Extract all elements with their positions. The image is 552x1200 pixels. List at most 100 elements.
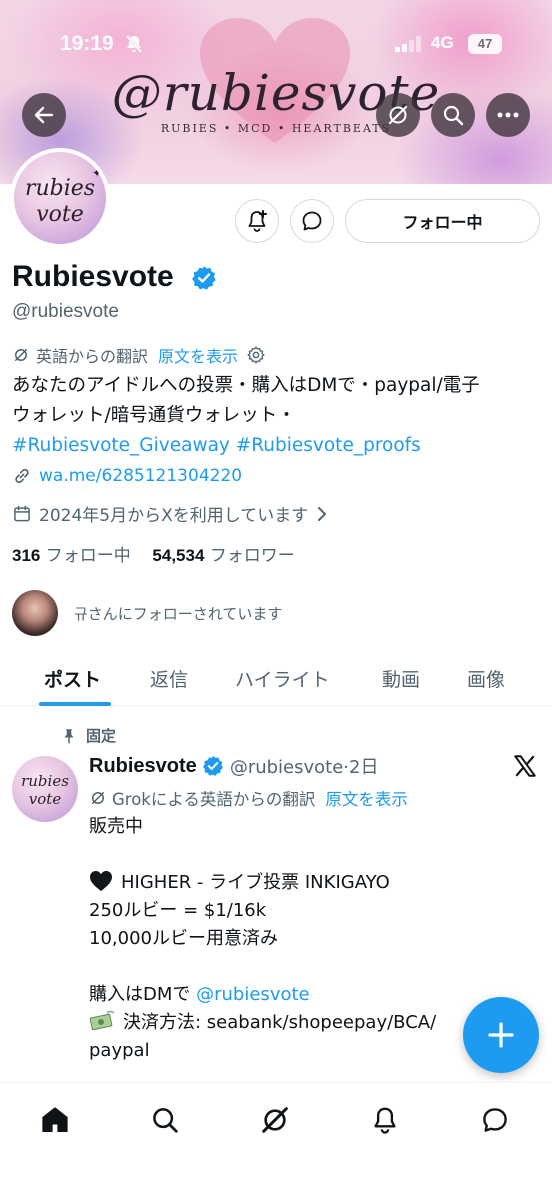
x-logo-icon [514,755,536,777]
status-time: 19:19 [60,32,114,55]
followers-label: フォロワー [209,546,295,566]
tab-posts[interactable]: ポスト [44,665,101,692]
profile-bio: あなたのアイドルへの投票・購入はDMで・paypal/電子 ウォレット/暗号通貨… [12,371,542,461]
pinned-label-row: 固定 [60,725,116,746]
post-line: 販売中 [89,816,143,837]
following-stat[interactable]: 316 フォロー中 [12,546,131,566]
profile-website-link[interactable]: wa.me/6285121304220 [39,466,242,486]
bio-line: ウォレット/暗号通貨ウォレット・ [12,405,296,426]
avatar-text-line2: vote [36,202,84,227]
home-icon [42,1107,68,1132]
profile-avatar[interactable]: rubies vote ✦ [10,148,110,248]
tab-videos[interactable]: 動画 [382,665,420,692]
followers-count: 54,534 [152,546,205,565]
profile-handle: @rubiesvote [12,301,119,322]
grok-icon [15,349,27,361]
mention-link[interactable]: @rubiesvote [196,984,309,1005]
bottom-navigation [0,1082,552,1200]
battery-indicator: 47 [468,34,502,54]
back-arrow-icon [34,106,54,124]
translation-label: 英語からの翻訳 [36,347,149,366]
chevron-right-icon [318,506,327,521]
calendar-icon [14,505,30,521]
following-count: 316 [12,546,41,565]
follow-stats: 316 フォロー中 54,534 フォロワー [12,541,295,566]
more-button[interactable] [486,93,530,137]
tab-media[interactable]: 画像 [467,665,505,692]
show-original-link[interactable]: 原文を表示 [325,786,408,810]
post-line-text: 決済方法: seabank/shopeepay/BCA/ [123,1012,437,1033]
post-author-name[interactable]: Rubiesvote [89,755,197,778]
explore-search-icon [153,1108,178,1133]
nav-notifications[interactable] [368,1103,402,1137]
compose-post-button[interactable] [463,997,539,1073]
post-line-text: HIGHER - ライブ投票 INKIGAYO [121,872,390,893]
post-line-text: 購入はDMで [89,984,191,1005]
grok-icon [388,105,408,125]
joined-date-text: 2024年5月からXを利用しています [39,506,309,526]
settings-gear-icon[interactable] [246,345,266,365]
nav-grok[interactable] [258,1103,292,1137]
bio-translation-row: 英語からの翻訳 原文を表示 [12,343,266,367]
post-header: Rubiesvote @rubiesvote·2日 [89,753,378,779]
active-tab-indicator [39,702,111,706]
translation-label: Grokによる英語からの翻訳 [112,790,316,809]
post-translation-row: Grokによる英語からの翻訳 原文を表示 [89,786,408,810]
avatar-text-line2: vote [28,790,62,808]
joined-date-row[interactable]: 2024年5月からXを利用しています [12,501,330,526]
signal-icon [395,36,421,52]
verified-badge-icon[interactable] [191,265,217,291]
mutual-follower-avatar [12,590,58,636]
post-author-handle-time[interactable]: @rubiesvote·2日 [230,753,379,779]
link-icon [15,468,29,484]
nav-messages[interactable] [478,1103,512,1137]
followers-stat[interactable]: 54,534 フォロワー [152,546,294,566]
black-heart-icon [90,871,112,891]
post-author-avatar[interactable]: rubies vote [12,756,78,822]
followed-by-text: 규さんにフォローされています [74,604,283,623]
flying-money-icon [89,1010,115,1031]
hashtag-link[interactable]: #Rubiesvote_proofs [236,435,421,456]
show-original-link[interactable]: 原文を表示 [158,343,238,367]
notification-subscribe-button[interactable] [235,199,279,243]
followed-by-row[interactable]: 규さんにフォローされています [12,590,282,636]
more-icon [497,112,519,118]
message-button[interactable] [290,199,334,243]
post-line: 250ルビー = $1/16k [89,900,267,921]
nav-home[interactable] [38,1103,72,1137]
profile-name: Rubiesvote [12,260,174,293]
back-button[interactable] [22,93,66,137]
status-bar: 19:19 4G 47 [0,0,552,90]
pin-icon [64,728,74,743]
nav-explore[interactable] [148,1103,182,1137]
bell-icon [374,1107,396,1134]
grok-icon [262,1107,288,1133]
chat-icon [483,1108,507,1132]
following-button[interactable]: フォロー中 [345,199,540,243]
notification-plus-icon [248,210,267,232]
message-icon [302,211,322,231]
profile-tabs: ポスト 返信 ハイライト 動画 画像 [0,648,552,706]
tab-replies[interactable]: 返信 [150,665,188,692]
sparkle-icon: ✦ [92,166,103,180]
search-icon [443,105,464,126]
post-line: 10,000ルビー用意済み [89,928,278,949]
search-button[interactable] [431,93,475,137]
bio-hashtags: #Rubiesvote_Giveaway #Rubiesvote_proofs [12,431,542,461]
grok-button[interactable] [376,93,420,137]
grok-icon [92,792,104,804]
silent-mode-icon [125,35,143,53]
pinned-label: 固定 [86,727,117,745]
avatar-text-line1: rubies [21,772,69,790]
tab-highlights[interactable]: ハイライト [235,665,330,692]
bio-line: あなたのアイドルへの投票・購入はDMで・paypal/電子 [12,375,480,396]
hashtag-link[interactable]: #Rubiesvote_Giveaway [12,435,230,456]
network-type: 4G [431,33,454,52]
profile-link-row: wa.me/6285121304220 [12,466,242,486]
post-line-with-icon: HIGHER - ライブ投票 INKIGAYO [89,869,544,897]
verified-badge-icon[interactable] [202,755,224,777]
following-label: フォロー中 [45,546,131,566]
compose-plus-icon [488,1022,514,1048]
